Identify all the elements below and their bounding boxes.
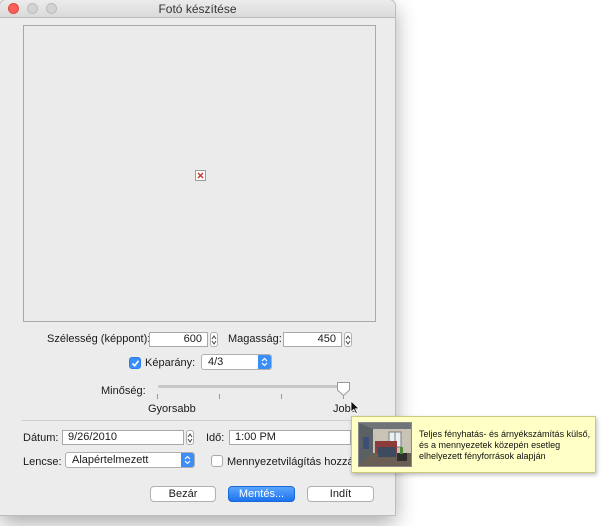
width-label: Szélesség (képpont):	[47, 333, 151, 345]
time-label: Idő:	[206, 432, 225, 444]
tooltip-line: és a mennyezetek közepén esetleg	[419, 440, 561, 450]
close-button[interactable]: Bezár	[150, 486, 216, 502]
aspect-ratio-label: Képarány:	[145, 357, 196, 369]
height-label: Magasság:	[228, 333, 282, 345]
photo-dialog: Fotó készítése Szélesség (képpont): 600 …	[0, 0, 395, 515]
date-label: Dátum:	[23, 432, 59, 444]
height-stepper[interactable]	[344, 332, 352, 347]
quality-min-label: Gyorsabb	[148, 403, 196, 415]
date-stepper[interactable]	[186, 430, 194, 445]
room-render-thumbnail	[358, 422, 412, 467]
mouse-pointer-icon	[350, 400, 360, 418]
aspect-ratio-checkbox[interactable]	[129, 357, 141, 369]
tooltip-line: Teljes fényhatás- és árnyékszámítás küls…	[419, 429, 591, 439]
tooltip: Teljes fényhatás- és árnyékszámítás küls…	[351, 416, 596, 473]
photo-preview	[23, 25, 376, 322]
start-button[interactable]: Indít	[307, 486, 374, 502]
date-input[interactable]: 9/26/2010	[62, 430, 184, 445]
chevron-updown-icon	[181, 453, 194, 467]
lens-label: Lencse:	[23, 456, 62, 468]
ceiling-light-checkbox[interactable]	[211, 455, 223, 467]
chevron-updown-icon	[258, 355, 271, 369]
tooltip-text: Teljes fényhatás- és árnyékszámítás küls…	[419, 429, 590, 462]
aspect-ratio-select[interactable]: 4/3	[201, 354, 272, 370]
quality-slider[interactable]	[158, 385, 344, 388]
divider	[22, 420, 376, 421]
aspect-ratio-value: 4/3	[208, 356, 224, 368]
quality-label: Minőség:	[101, 385, 146, 397]
slider-tick	[281, 394, 282, 399]
quality-slider-thumb[interactable]	[336, 381, 351, 400]
save-button[interactable]: Mentés...	[228, 486, 295, 502]
slider-tick	[157, 394, 158, 399]
slider-tick	[219, 394, 220, 399]
lens-select[interactable]: Alapértelmezett	[65, 452, 195, 468]
width-input[interactable]: 600	[149, 332, 208, 347]
height-input[interactable]: 450	[283, 332, 342, 347]
title-bar[interactable]: Fotó készítése	[0, 0, 395, 18]
ceiling-light-label: Mennyezetvilágítás hozzáa	[227, 456, 360, 468]
window-title: Fotó készítése	[158, 2, 237, 16]
lens-value: Alapértelmezett	[72, 454, 149, 466]
broken-image-icon	[195, 170, 206, 181]
width-stepper[interactable]	[210, 332, 218, 347]
time-input[interactable]: 1:00 PM	[229, 430, 351, 445]
tooltip-line: elhelyezett fényforrások alapján	[419, 451, 546, 461]
